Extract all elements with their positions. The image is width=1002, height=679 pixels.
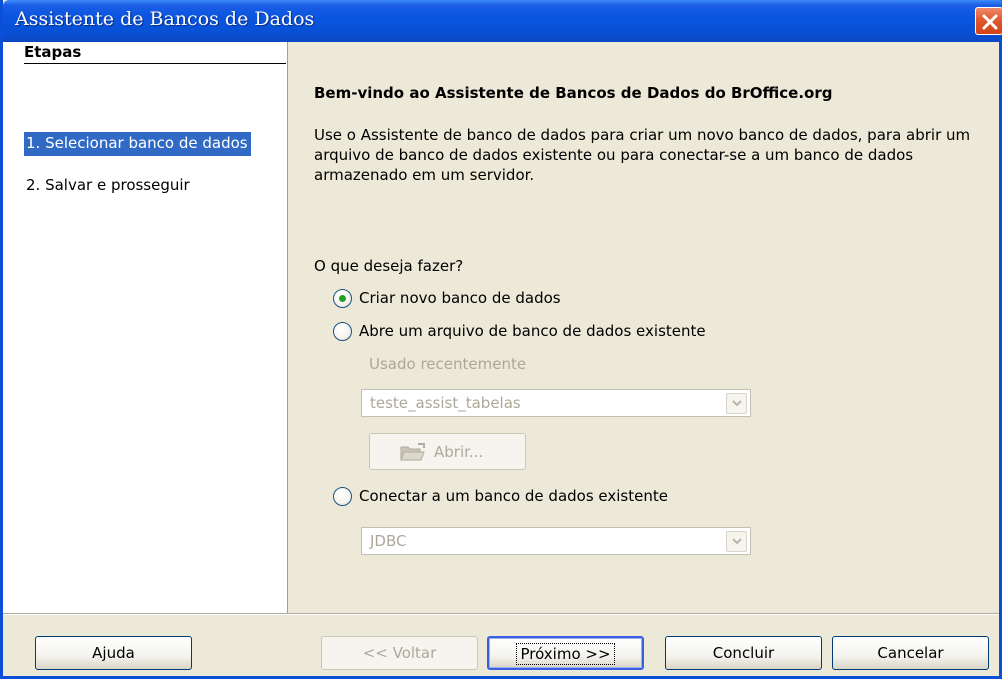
radio-open-existing[interactable]: Abre um arquivo de banco de dados existe…: [333, 320, 706, 342]
open-file-button[interactable]: Abrir...: [369, 433, 526, 470]
page-title: Bem-vindo ao Assistente de Bancos de Dad…: [314, 84, 833, 102]
recent-files-value: teste_assist_tabelas: [370, 394, 521, 412]
recent-label: Usado recentemente: [369, 355, 527, 373]
next-button-label: Próximo >>: [516, 643, 615, 665]
window-title: Assistente de Bancos de Dados: [15, 8, 315, 30]
radio-unchecked-icon: [333, 321, 352, 341]
recent-files-combo[interactable]: teste_assist_tabelas: [361, 389, 751, 417]
dropdown-button[interactable]: [726, 531, 747, 552]
finish-button[interactable]: Concluir: [665, 636, 822, 670]
folder-open-icon: [400, 443, 426, 465]
step-select-database[interactable]: 1. Selecionar banco de dados: [24, 132, 251, 156]
footer-divider-highlight: [3, 614, 999, 615]
steps-panel: [3, 42, 288, 613]
next-button[interactable]: Próximo >>: [487, 636, 644, 670]
radio-open-existing-label: Abre um arquivo de banco de dados existe…: [359, 322, 706, 340]
radio-unchecked-icon: [333, 486, 352, 506]
radio-checked-icon: [333, 288, 352, 308]
close-icon: [982, 14, 998, 30]
back-button[interactable]: << Voltar: [321, 636, 478, 670]
radio-connect-existing[interactable]: Conectar a um banco de dados existente: [333, 485, 668, 507]
step-save-proceed[interactable]: 2. Salvar e prosseguir: [24, 174, 193, 198]
open-file-label: Abrir...: [434, 443, 484, 461]
chevron-down-icon: [732, 400, 742, 407]
question-label: O que deseja fazer?: [314, 257, 464, 275]
radio-create-new[interactable]: Criar novo banco de dados: [333, 287, 561, 309]
connection-type-combo[interactable]: JDBC: [361, 527, 751, 555]
help-button[interactable]: Ajuda: [35, 636, 192, 670]
connection-type-value: JDBC: [370, 532, 407, 550]
cancel-button[interactable]: Cancelar: [832, 636, 989, 670]
radio-create-new-label: Criar novo banco de dados: [359, 289, 561, 307]
close-button[interactable]: [975, 7, 1002, 35]
dropdown-button[interactable]: [726, 393, 747, 414]
steps-heading: Etapas: [24, 43, 286, 64]
title-bar[interactable]: Assistente de Bancos de Dados: [3, 0, 1002, 42]
intro-text: Use o Assistente de banco de dados para …: [314, 126, 971, 184]
radio-connect-existing-label: Conectar a um banco de dados existente: [359, 487, 668, 505]
chevron-down-icon: [732, 538, 742, 545]
